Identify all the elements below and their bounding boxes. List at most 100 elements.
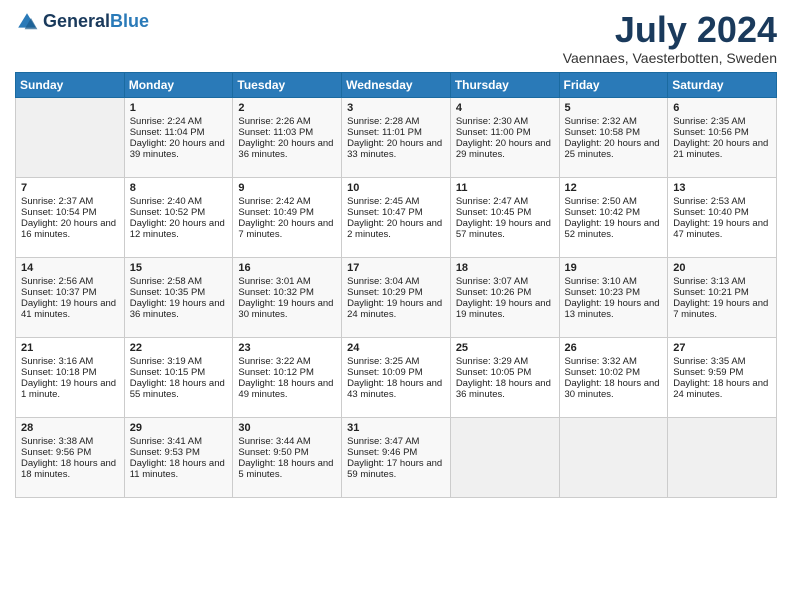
calendar-cell: 17Sunrise: 3:04 AMSunset: 10:29 PMDaylig… [342, 257, 451, 337]
day-content: Daylight: 20 hours and 29 minutes. [456, 138, 554, 160]
day-number: 17 [347, 262, 445, 274]
calendar-cell: 4Sunrise: 2:30 AMSunset: 11:00 PMDayligh… [450, 97, 559, 177]
calendar-cell: 13Sunrise: 2:53 AMSunset: 10:40 PMDaylig… [668, 177, 777, 257]
day-content: Daylight: 19 hours and 30 minutes. [238, 298, 336, 320]
calendar-cell: 29Sunrise: 3:41 AMSunset: 9:53 PMDayligh… [124, 417, 233, 497]
calendar-cell: 26Sunrise: 3:32 AMSunset: 10:02 PMDaylig… [559, 337, 668, 417]
day-content: Daylight: 20 hours and 12 minutes. [130, 218, 228, 240]
day-content: Daylight: 20 hours and 36 minutes. [238, 138, 336, 160]
calendar-cell [668, 417, 777, 497]
page-header: GeneralBlue July 2024 Vaennaes, Vaesterb… [15, 10, 777, 66]
calendar-cell: 8Sunrise: 2:40 AMSunset: 10:52 PMDayligh… [124, 177, 233, 257]
day-content: Sunrise: 2:53 AM [673, 196, 771, 207]
calendar-cell: 31Sunrise: 3:47 AMSunset: 9:46 PMDayligh… [342, 417, 451, 497]
day-content: Sunset: 10:05 PM [456, 367, 554, 378]
day-content: Sunrise: 2:24 AM [130, 116, 228, 127]
day-content: Daylight: 18 hours and 55 minutes. [130, 378, 228, 400]
day-content: Daylight: 19 hours and 7 minutes. [673, 298, 771, 320]
day-content: Sunset: 10:47 PM [347, 207, 445, 218]
day-content: Daylight: 17 hours and 59 minutes. [347, 458, 445, 480]
day-content: Sunrise: 3:47 AM [347, 436, 445, 447]
day-number: 8 [130, 182, 228, 194]
logo-text: GeneralBlue [43, 12, 149, 32]
day-number: 1 [130, 102, 228, 114]
day-content: Sunset: 10:23 PM [565, 287, 663, 298]
day-number: 24 [347, 342, 445, 354]
day-number: 21 [21, 342, 119, 354]
day-content: Sunrise: 2:35 AM [673, 116, 771, 127]
calendar-cell: 22Sunrise: 3:19 AMSunset: 10:15 PMDaylig… [124, 337, 233, 417]
day-number: 27 [673, 342, 771, 354]
day-content: Sunset: 11:00 PM [456, 127, 554, 138]
calendar-cell: 2Sunrise: 2:26 AMSunset: 11:03 PMDayligh… [233, 97, 342, 177]
calendar-cell [559, 417, 668, 497]
day-content: Sunrise: 2:30 AM [456, 116, 554, 127]
day-content: Sunrise: 3:32 AM [565, 356, 663, 367]
day-header-tuesday: Tuesday [233, 72, 342, 97]
day-number: 12 [565, 182, 663, 194]
logo-icon [15, 10, 39, 34]
day-content: Sunset: 10:37 PM [21, 287, 119, 298]
calendar-cell [16, 97, 125, 177]
calendar-cell: 27Sunrise: 3:35 AMSunset: 9:59 PMDayligh… [668, 337, 777, 417]
calendar-cell: 28Sunrise: 3:38 AMSunset: 9:56 PMDayligh… [16, 417, 125, 497]
day-content: Sunset: 10:12 PM [238, 367, 336, 378]
calendar-cell: 30Sunrise: 3:44 AMSunset: 9:50 PMDayligh… [233, 417, 342, 497]
day-content: Daylight: 20 hours and 7 minutes. [238, 218, 336, 240]
day-number: 15 [130, 262, 228, 274]
day-content: Sunset: 9:50 PM [238, 447, 336, 458]
day-number: 23 [238, 342, 336, 354]
day-number: 20 [673, 262, 771, 274]
day-content: Sunrise: 3:10 AM [565, 276, 663, 287]
day-content: Sunset: 10:26 PM [456, 287, 554, 298]
day-content: Sunset: 11:01 PM [347, 127, 445, 138]
day-number: 10 [347, 182, 445, 194]
day-content: Sunrise: 2:56 AM [21, 276, 119, 287]
day-content: Sunset: 10:21 PM [673, 287, 771, 298]
day-content: Daylight: 19 hours and 41 minutes. [21, 298, 119, 320]
day-header-thursday: Thursday [450, 72, 559, 97]
calendar-cell [450, 417, 559, 497]
day-content: Sunrise: 2:32 AM [565, 116, 663, 127]
day-number: 30 [238, 422, 336, 434]
day-number: 18 [456, 262, 554, 274]
day-content: Daylight: 18 hours and 49 minutes. [238, 378, 336, 400]
day-content: Sunset: 10:29 PM [347, 287, 445, 298]
day-number: 6 [673, 102, 771, 114]
day-number: 9 [238, 182, 336, 194]
day-content: Daylight: 20 hours and 33 minutes. [347, 138, 445, 160]
day-number: 26 [565, 342, 663, 354]
day-content: Daylight: 19 hours and 52 minutes. [565, 218, 663, 240]
day-content: Daylight: 19 hours and 19 minutes. [456, 298, 554, 320]
day-content: Sunrise: 3:01 AM [238, 276, 336, 287]
title-block: July 2024 Vaennaes, Vaesterbotten, Swede… [563, 10, 777, 66]
day-content: Sunset: 10:52 PM [130, 207, 228, 218]
day-content: Sunrise: 3:35 AM [673, 356, 771, 367]
day-content: Sunset: 10:02 PM [565, 367, 663, 378]
calendar-cell: 5Sunrise: 2:32 AMSunset: 10:58 PMDayligh… [559, 97, 668, 177]
calendar-cell: 3Sunrise: 2:28 AMSunset: 11:01 PMDayligh… [342, 97, 451, 177]
day-content: Sunset: 11:03 PM [238, 127, 336, 138]
day-content: Sunrise: 3:25 AM [347, 356, 445, 367]
day-content: Sunset: 10:42 PM [565, 207, 663, 218]
day-content: Daylight: 20 hours and 25 minutes. [565, 138, 663, 160]
day-content: Daylight: 19 hours and 24 minutes. [347, 298, 445, 320]
calendar-cell: 11Sunrise: 2:47 AMSunset: 10:45 PMDaylig… [450, 177, 559, 257]
calendar-cell: 7Sunrise: 2:37 AMSunset: 10:54 PMDayligh… [16, 177, 125, 257]
day-content: Sunset: 9:59 PM [673, 367, 771, 378]
day-number: 5 [565, 102, 663, 114]
day-content: Sunset: 10:15 PM [130, 367, 228, 378]
day-content: Daylight: 18 hours and 5 minutes. [238, 458, 336, 480]
day-content: Sunrise: 3:13 AM [673, 276, 771, 287]
calendar-cell: 21Sunrise: 3:16 AMSunset: 10:18 PMDaylig… [16, 337, 125, 417]
day-content: Daylight: 18 hours and 36 minutes. [456, 378, 554, 400]
day-content: Sunset: 9:46 PM [347, 447, 445, 458]
day-number: 3 [347, 102, 445, 114]
day-number: 22 [130, 342, 228, 354]
day-content: Sunrise: 2:26 AM [238, 116, 336, 127]
day-content: Sunrise: 3:07 AM [456, 276, 554, 287]
day-content: Daylight: 19 hours and 1 minute. [21, 378, 119, 400]
day-content: Sunset: 10:56 PM [673, 127, 771, 138]
day-number: 13 [673, 182, 771, 194]
day-number: 25 [456, 342, 554, 354]
